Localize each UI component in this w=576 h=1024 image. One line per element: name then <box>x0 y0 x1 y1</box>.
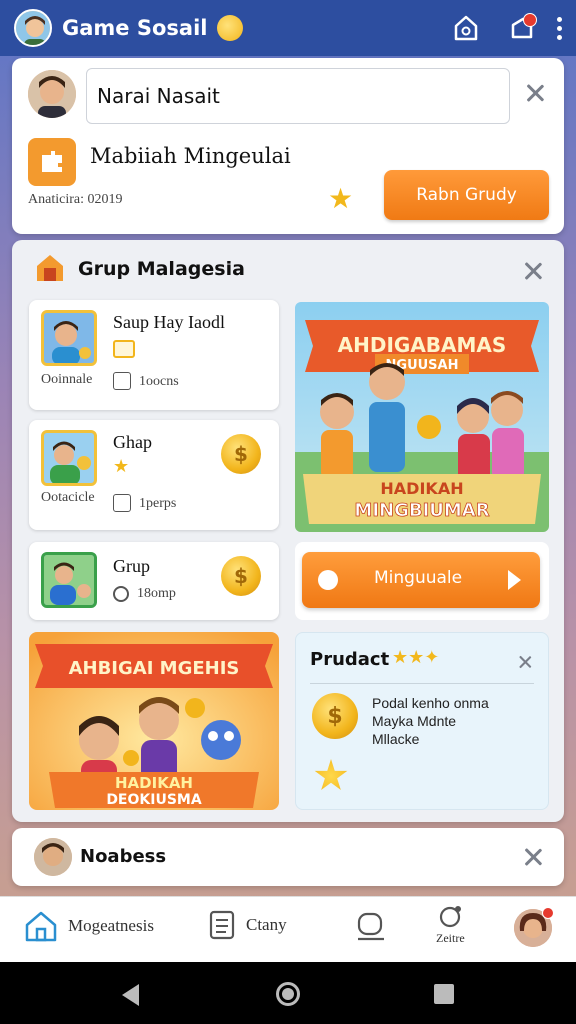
profile-avatar <box>28 70 76 118</box>
avatar <box>34 838 72 876</box>
banner-left-bottom-line1: HADIKAH <box>115 774 193 792</box>
group-caption: Ooinnale <box>41 372 93 387</box>
badge-icon <box>314 759 348 790</box>
group-title: Saup Hay Iaodl <box>113 312 225 332</box>
home-shield-icon[interactable] <box>449 11 483 45</box>
card-heading: Mabiiah Mingeulai <box>90 144 291 168</box>
nav-label: Zeitre <box>436 931 465 945</box>
group-thumbnail <box>41 552 97 608</box>
card-subtext: Anaticira: 02019 <box>28 192 123 207</box>
close-icon[interactable] <box>522 260 544 282</box>
group-card: Grup Malagesia Saup Hay Iaodl Ooinnale 1… <box>12 240 564 822</box>
group-thumbnail <box>41 310 97 366</box>
minguuale-button[interactable]: Minguuale <box>302 552 540 608</box>
notification-card[interactable]: Noabess <box>12 828 564 886</box>
promo-banner-right[interactable]: AHDIGABAMAS NGUUSAH HADIKAH MINGBIUMAR <box>295 302 549 532</box>
product-line: Mllacke <box>372 731 420 747</box>
coin-icon: $ <box>312 693 358 739</box>
promo-banner-left[interactable]: AHBIGAI MGEHIS HADIKAH DEOKIUSMA <box>29 632 279 810</box>
play-arrow-icon <box>508 570 521 590</box>
puzzle-icon <box>28 138 76 186</box>
coin-icon: $ <box>221 434 261 474</box>
divider <box>310 683 534 684</box>
banner-left-top-text: AHBIGAI MGEHIS <box>69 658 240 679</box>
minguuale-button-label: Minguuale <box>374 568 463 588</box>
close-icon[interactable] <box>517 654 532 669</box>
group-meta: 18omp <box>137 586 176 601</box>
group-list-item[interactable]: Ghap ★ Ootacicle 1perps $ <box>29 420 279 530</box>
star-icon: ★ <box>113 456 130 477</box>
house-icon <box>34 252 66 284</box>
leaf-icon <box>318 570 338 590</box>
home-icon <box>25 911 57 942</box>
group-card-title: Grup Malagesia <box>78 258 245 280</box>
banner-left-bottom-line2: DEOKIUSMA <box>106 792 202 808</box>
chat-icon <box>357 912 384 941</box>
group-list-item[interactable]: Saup Hay Iaodl Ooinnale 1oocns <box>29 300 279 410</box>
name-input[interactable]: Narai Nasait <box>86 68 510 124</box>
close-icon[interactable] <box>522 846 544 868</box>
app-title: Game Sosail <box>62 16 208 40</box>
group-title: Grup <box>113 556 150 576</box>
primary-action-button[interactable]: Rabn Grudy <box>384 170 549 220</box>
group-list-item[interactable]: Grup 18omp $ <box>29 542 279 620</box>
profile-card: Narai Nasait Mabiiah Mingeulai Anaticira… <box>12 58 564 234</box>
nav-item-center[interactable]: Zeitre <box>436 903 465 946</box>
document-icon <box>209 910 235 940</box>
nav-label: Ctany <box>246 915 287 934</box>
home-button-icon[interactable] <box>276 982 300 1006</box>
system-navigation-bar <box>0 962 576 1024</box>
close-icon[interactable] <box>524 82 546 104</box>
banner-right-bottom-line2: MINGBIUMAR <box>354 500 489 521</box>
back-icon[interactable] <box>122 984 139 1006</box>
edit-icon <box>113 494 131 512</box>
group-meta: 1oocns <box>139 374 179 389</box>
nav-item-list[interactable]: Ctany <box>208 909 287 941</box>
lightbulb-icon <box>217 15 244 41</box>
edit-icon <box>113 372 131 390</box>
product-panel: Prudact ★★✦ $ Podal kenho onma Mayka Mdn… <box>295 632 549 810</box>
group-caption: Ootacicle <box>41 490 95 505</box>
notification-badge <box>523 13 537 27</box>
recent-apps-icon[interactable] <box>434 984 454 1004</box>
product-line: Podal kenho onma <box>372 695 489 711</box>
group-title: Ghap <box>113 432 152 452</box>
rating-stars-icon: ★★✦ <box>392 647 440 668</box>
profile-badge <box>542 907 554 919</box>
more-menu-icon[interactable] <box>557 16 562 40</box>
product-title: Prudact <box>310 649 390 670</box>
link-icon <box>113 586 129 602</box>
nav-item-profile[interactable] <box>514 907 554 947</box>
product-line: Mayka Mdnte <box>372 713 457 729</box>
nav-item-home[interactable]: Mogeatnesis <box>24 909 154 943</box>
bottom-navigation: Mogeatnesis Ctany Zeitre <box>0 896 576 962</box>
coin-icon: $ <box>221 556 261 596</box>
banner-right-bottom-line1: HADIKAH <box>380 479 463 498</box>
star-icon: ★ <box>328 182 354 215</box>
notification-title: Noabess <box>80 846 167 867</box>
nav-item-chat[interactable] <box>354 909 388 943</box>
badge-icon <box>113 340 135 358</box>
nav-label: Mogeatnesis <box>68 916 154 935</box>
refresh-icon <box>440 906 462 928</box>
notifications-tag-icon[interactable] <box>505 11 539 45</box>
banner-right-top-text: AHDIGABAMAS <box>338 333 507 357</box>
group-thumbnail <box>41 430 97 486</box>
top-app-bar: Game Sosail <box>0 0 576 56</box>
group-meta: 1perps <box>139 496 177 511</box>
user-avatar[interactable] <box>14 9 52 47</box>
